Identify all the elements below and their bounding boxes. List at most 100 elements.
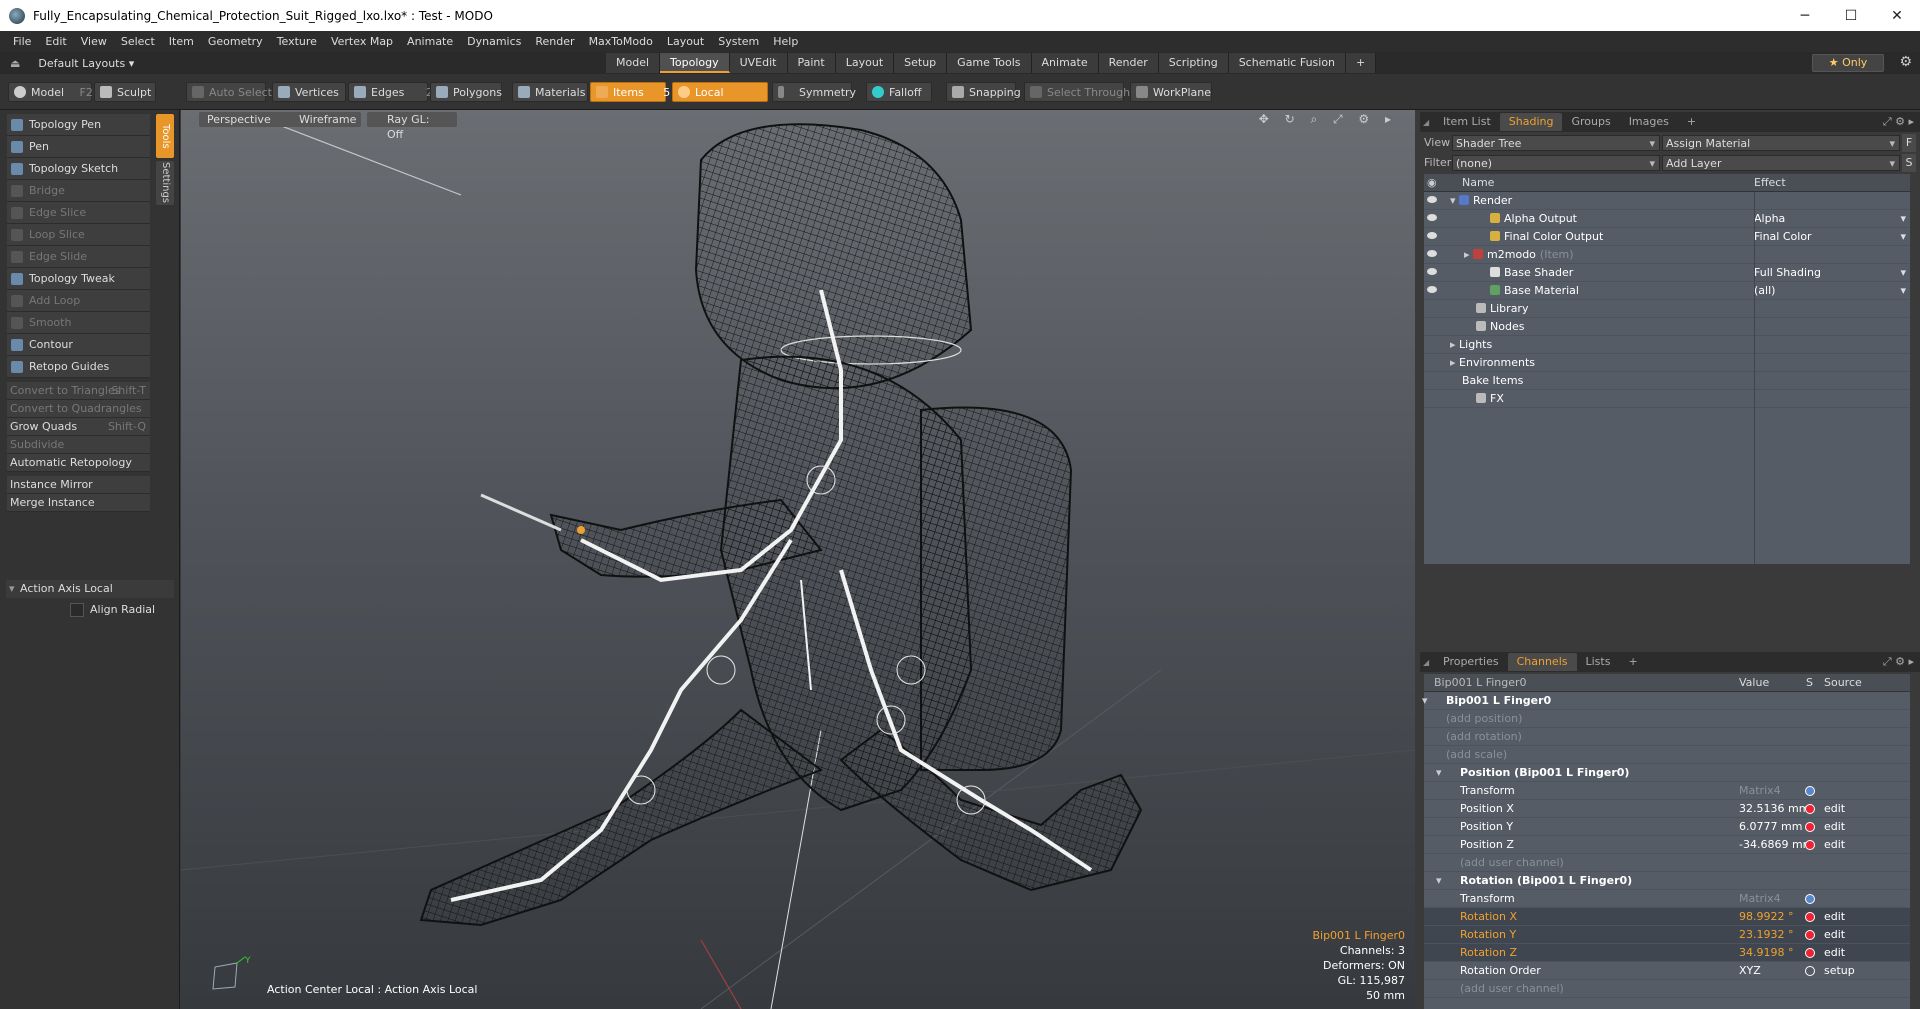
layout-tab-paint[interactable]: Paint [787,53,836,73]
only-toggle[interactable]: ★ Only [1812,54,1884,72]
layout-tab-render[interactable]: Render [1098,53,1159,73]
menu-help[interactable]: Help [766,35,805,48]
shader-row[interactable]: Bake Items [1424,372,1910,390]
panel-collapse-icon[interactable]: ◢ [1423,118,1429,127]
menu-system[interactable]: System [711,35,766,48]
channel-row[interactable]: (add scale) [1424,746,1910,764]
command-instance-mirror[interactable]: Instance Mirror [7,476,150,494]
snapping-button[interactable]: Snapping [946,82,1021,102]
shader-row[interactable]: Base Shader Full Shading [1424,264,1910,282]
tool-smooth[interactable]: Smooth [7,312,150,334]
settings-gear-icon[interactable]: ⚙ [1899,54,1912,70]
expand-arrow-icon[interactable]: ▾ [1436,872,1442,890]
channel-row[interactable]: (add position) [1424,710,1910,728]
layout-tab-schematic-fusion[interactable]: Schematic Fusion [1228,53,1347,73]
s-button[interactable]: S [1902,154,1916,172]
channel-row[interactable]: ▾ Bip001 L Finger0 [1422,692,1910,710]
channel-state-icon[interactable] [1805,966,1815,976]
menu-texture[interactable]: Texture [270,35,324,48]
channel-value[interactable]: -34.6869 mm [1739,836,1813,854]
items-button[interactable]: Items 5 [590,82,670,102]
menu-render[interactable]: Render [528,35,581,48]
tab-shading[interactable]: Shading [1499,113,1563,131]
polygons-button[interactable]: Polygons [430,82,502,102]
tool-retopo-guides[interactable]: Retopo Guides [7,356,150,378]
3d-viewport[interactable]: Perspective Wireframe Ray GL: Off ✥ ↻ ⌕ … [181,110,1415,1009]
tool-topology-sketch[interactable]: Topology Sketch [7,158,150,180]
tool-edge-slide[interactable]: Edge Slide [7,246,150,268]
channel-state-icon[interactable] [1805,948,1815,958]
tool-pen[interactable]: Pen [7,136,150,158]
shader-row[interactable]: Base Material (all) [1424,282,1910,300]
action-axis-local-header[interactable]: Action Axis Local [6,580,174,598]
channel-value[interactable]: 34.9198 ° [1739,944,1793,962]
expand-arrow-icon[interactable]: ▸ [1464,248,1473,261]
effect-dropdown[interactable]: (all) [1750,282,1910,300]
shader-row[interactable]: Nodes [1424,318,1910,336]
s-column-header[interactable]: S [1806,674,1813,692]
channel-state-icon[interactable] [1805,912,1815,922]
visibility-eye-icon[interactable] [1427,250,1437,257]
sculpt-mode-button[interactable]: Sculpt [94,82,156,102]
expand-arrow-icon[interactable]: ▾ [1436,764,1442,782]
panel-options-icon[interactable]: ⤢ ⚙ ▸ [1883,655,1914,669]
close-button[interactable]: ✕ [1874,8,1920,24]
auto-select-button[interactable]: Auto Select [186,82,272,102]
select-through-button[interactable]: Select Through [1024,82,1130,102]
menu-layout[interactable]: Layout [660,35,711,48]
channel-row[interactable]: Rotation Order XYZ setup [1424,962,1910,980]
tab-item-list[interactable]: Item List [1434,113,1500,131]
tool-bridge[interactable]: Bridge [7,180,150,202]
view-dropdown[interactable]: Shader Tree [1452,135,1660,152]
perspective-view-button[interactable]: Perspective [199,112,279,127]
layout-tab-layout[interactable]: Layout [835,53,895,73]
shader-row[interactable]: Library [1424,300,1910,318]
channel-row[interactable]: (add user channel) [1424,980,1910,998]
layout-tab-scripting[interactable]: Scripting [1158,53,1229,73]
menu-file[interactable]: File [6,35,38,48]
shader-row[interactable]: ▸ Environments [1424,354,1910,372]
channel-row[interactable]: Position X 32.5136 mm edit [1424,800,1910,818]
expand-arrow-icon[interactable]: ▸ [1450,356,1459,369]
wireframe-shading-button[interactable]: Wireframe [277,112,361,127]
minimize-button[interactable]: ─ [1782,8,1828,24]
effect-dropdown[interactable]: Alpha [1750,210,1910,228]
shader-row[interactable]: Final Color Output Final Color [1424,228,1910,246]
tab-images[interactable]: Images [1620,113,1678,131]
name-column-header[interactable]: Name [1462,174,1494,192]
local-action-center-button[interactable]: Local [672,82,768,102]
filter-dropdown[interactable]: (none) [1452,155,1660,172]
vertices-button[interactable]: Vertices 1 [272,82,357,102]
value-column-header[interactable]: Value [1739,674,1769,692]
channel-row[interactable]: ▾ Position (Bip001 L Finger0) [1424,764,1910,782]
layout-tab-setup[interactable]: Setup [894,53,948,73]
add-tab-button[interactable]: + [1619,653,1646,671]
align-radial-checkbox[interactable] [70,603,84,617]
menu-item[interactable]: Item [162,35,201,48]
tool-contour[interactable]: Contour [7,334,150,356]
materials-button[interactable]: Materials [512,82,588,102]
menu-dynamics[interactable]: Dynamics [460,35,528,48]
menu-edit[interactable]: Edit [38,35,73,48]
channel-value[interactable]: XYZ [1739,962,1761,980]
command-grow-quads[interactable]: Grow Quads Shift-Q [7,418,150,436]
layout-tab-game-tools[interactable]: Game Tools [947,53,1032,73]
tab-properties[interactable]: Properties [1434,653,1508,671]
expand-arrow-icon[interactable]: ▸ [1450,338,1459,351]
channel-value[interactable]: Matrix4 [1739,890,1781,908]
model-mode-button[interactable]: Model F2 [8,82,93,102]
channel-state-icon[interactable] [1805,840,1815,850]
tab-channels[interactable]: Channels [1507,653,1577,671]
channel-row[interactable]: Rotation Z 34.9198 ° edit [1424,944,1910,962]
channel-value[interactable]: 32.5136 mm [1739,800,1809,818]
shader-row[interactable]: Alpha Output Alpha [1424,210,1910,228]
tool-topology-pen[interactable]: Topology Pen [7,114,150,136]
effect-column-header[interactable]: Effect [1754,174,1786,192]
menu-animate[interactable]: Animate [400,35,460,48]
shader-row[interactable]: FX [1424,390,1910,408]
channel-state-icon[interactable] [1805,930,1815,940]
visibility-eye-icon[interactable] [1427,196,1437,203]
shader-row[interactable]: ▸ Lights [1424,336,1910,354]
source-column-header[interactable]: Source [1824,674,1862,692]
expand-arrow-icon[interactable]: ▾ [1450,194,1459,207]
